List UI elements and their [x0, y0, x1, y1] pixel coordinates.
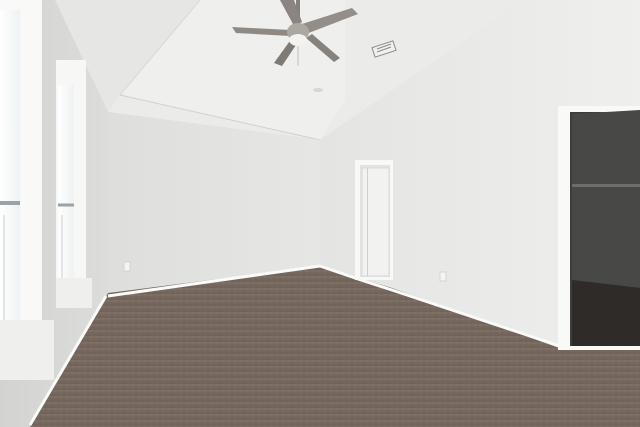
room-illustration: [0, 0, 640, 427]
outlet-back-wall: [123, 261, 131, 272]
outlet-right-wall: [439, 271, 447, 282]
fan-light: [289, 34, 307, 46]
closet-floor: [572, 280, 640, 346]
back-wall: [108, 112, 320, 293]
window-glass-far: [58, 85, 74, 290]
recessed-light: [313, 88, 323, 92]
hall-door[interactable]: [361, 167, 390, 277]
window-sill-far: [56, 278, 92, 308]
room-photo: [0, 0, 640, 427]
window-sill-near: [0, 320, 54, 380]
closet-wall: [572, 110, 640, 288]
window-glass-near: [0, 10, 20, 330]
closet-rod: [572, 184, 640, 187]
